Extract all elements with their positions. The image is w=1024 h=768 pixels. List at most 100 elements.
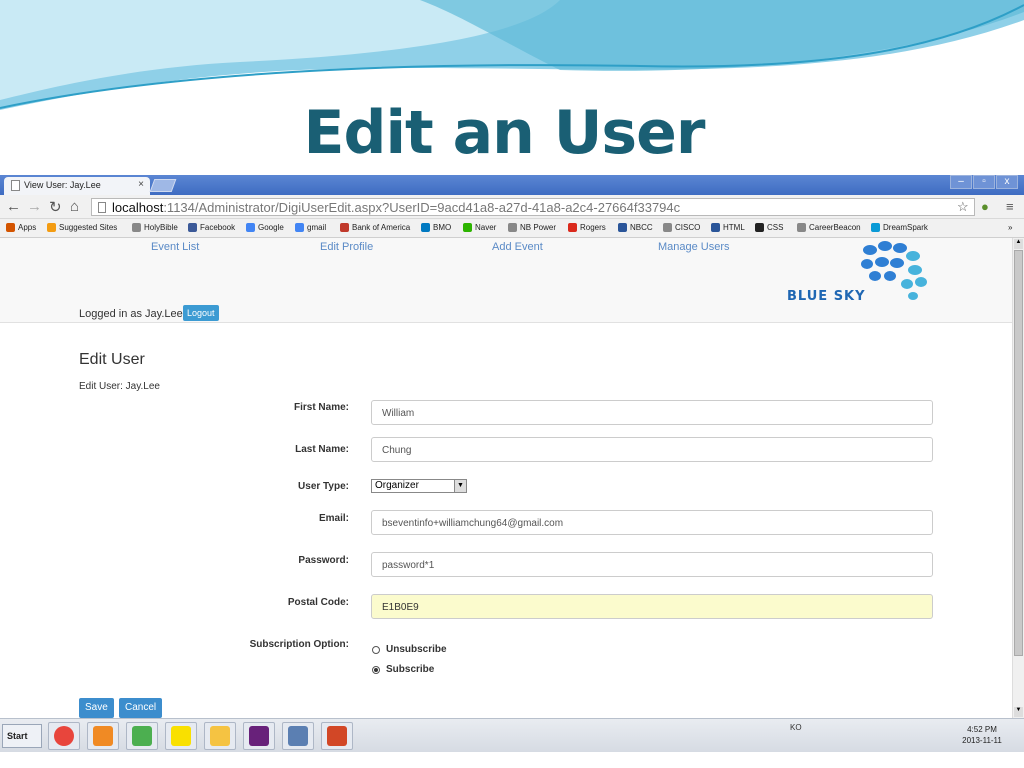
new-tab-button[interactable] bbox=[149, 179, 177, 192]
bookmark-google[interactable]: Google bbox=[246, 223, 284, 232]
first-name-field[interactable]: William bbox=[371, 400, 933, 425]
bookmark-label: NB Power bbox=[520, 223, 557, 232]
bookmark-favicon-icon bbox=[663, 223, 672, 232]
save-button[interactable]: Save bbox=[79, 698, 114, 718]
unsubscribe-radio[interactable] bbox=[372, 645, 380, 654]
nav-event-list[interactable]: Event List bbox=[151, 241, 199, 253]
bookmark-naver[interactable]: Naver bbox=[463, 223, 496, 232]
bookmark-favicon-icon bbox=[295, 223, 304, 232]
settings-icon bbox=[93, 726, 113, 746]
nav-edit-profile[interactable]: Edit Profile bbox=[320, 241, 373, 253]
dropdown-arrow-icon[interactable]: ▼ bbox=[454, 480, 466, 492]
logo-text: BLUE SKY bbox=[787, 289, 866, 304]
address-bar[interactable]: localhost:1134/Administrator/DigiUserEdi… bbox=[91, 198, 975, 216]
bookmark-label: Suggested Sites bbox=[59, 223, 118, 232]
taskbar-visual-studio-button[interactable] bbox=[243, 722, 275, 750]
start-button[interactable]: Start bbox=[2, 724, 42, 748]
chrome-icon bbox=[54, 726, 74, 746]
email-label: Email: bbox=[318, 513, 349, 524]
bookmark-favicon-icon bbox=[463, 223, 472, 232]
form-subheading: Edit User: Jay.Lee bbox=[79, 381, 160, 392]
unsubscribe-label: Unsubscribe bbox=[386, 644, 447, 655]
taskbar-kakaotalk-button[interactable] bbox=[165, 722, 197, 750]
bookmark-nb-power[interactable]: NB Power bbox=[508, 223, 556, 232]
password-label: Password: bbox=[298, 555, 349, 566]
email-field[interactable]: bseventinfo+williamchung64@gmail.com bbox=[371, 510, 933, 535]
postal-code-field[interactable]: E1B0E9 bbox=[371, 594, 933, 619]
back-arrow-icon[interactable]: ← bbox=[6, 198, 21, 215]
user-type-select[interactable]: Organizer ▼ bbox=[371, 479, 467, 493]
password-field[interactable]: password*1 bbox=[371, 552, 933, 577]
taskbar-chart-app-button[interactable] bbox=[126, 722, 158, 750]
taskbar-powerpoint-button[interactable] bbox=[321, 722, 353, 750]
bookmarks-more-icon[interactable]: » bbox=[1008, 223, 1012, 232]
kakaotalk-icon bbox=[171, 726, 191, 746]
folder-icon bbox=[210, 726, 230, 746]
cancel-button[interactable]: Cancel bbox=[119, 698, 163, 718]
bookmark-careerbeacon[interactable]: CareerBeacon bbox=[797, 223, 861, 232]
scroll-down-arrow-icon[interactable]: ▼ bbox=[1014, 707, 1023, 717]
forward-arrow-icon[interactable]: → bbox=[27, 198, 42, 215]
tab-title: View User: Jay.Lee bbox=[24, 180, 101, 190]
language-indicator[interactable]: KO bbox=[790, 723, 802, 732]
menu-icon[interactable]: ≡ bbox=[1006, 199, 1014, 214]
bookmark-label: Facebook bbox=[200, 223, 236, 232]
bookmark-favicon-icon bbox=[508, 223, 517, 232]
bookmark-label: gmail bbox=[307, 223, 327, 232]
bookmark-favicon-icon bbox=[188, 223, 197, 232]
extension-icon[interactable]: ● bbox=[981, 199, 989, 214]
logout-button[interactable]: Logout bbox=[183, 305, 219, 321]
bookmark-rogers[interactable]: Rogers bbox=[568, 223, 606, 232]
nav-manage-users[interactable]: Manage Users bbox=[658, 241, 730, 253]
page-scrollbar[interactable]: ▲ ▼ bbox=[1012, 238, 1024, 718]
restore-button[interactable]: ▫ bbox=[973, 175, 995, 189]
bookmark-favicon-icon bbox=[568, 223, 577, 232]
bookmark-bmo[interactable]: BMO bbox=[421, 223, 451, 232]
bookmark-facebook[interactable]: Facebook bbox=[188, 223, 235, 232]
bookmark-label: Bank of America bbox=[352, 223, 411, 232]
bookmark-cisco[interactable]: CISCO bbox=[663, 223, 700, 232]
browser-tab[interactable]: View User: Jay.Lee × bbox=[4, 177, 150, 195]
bookmark-html[interactable]: HTML bbox=[711, 223, 745, 232]
unsubscribe-option[interactable]: Unsubscribe bbox=[372, 644, 447, 655]
bookmark-suggested-sites[interactable]: Suggested Sites bbox=[47, 223, 117, 232]
bookmark-holybible[interactable]: HolyBible bbox=[132, 223, 178, 232]
browser-window: View User: Jay.Lee × – ▫ x ← → ↻ ⌂ local… bbox=[0, 175, 1024, 718]
last-name-field[interactable]: Chung bbox=[371, 437, 933, 462]
taskbar-tools-button[interactable] bbox=[282, 722, 314, 750]
nav-add-event[interactable]: Add Event bbox=[492, 241, 543, 253]
bookmark-css[interactable]: CSS bbox=[755, 223, 783, 232]
bookmark-favicon-icon bbox=[246, 223, 255, 232]
site-header: Event List Edit Profile Add Event Manage… bbox=[0, 238, 1012, 323]
minimize-button[interactable]: – bbox=[950, 175, 972, 189]
bookmark-label: Google bbox=[258, 223, 284, 232]
bookmark-favicon-icon bbox=[340, 223, 349, 232]
bookmark-nbcc[interactable]: NBCC bbox=[618, 223, 653, 232]
system-clock[interactable]: 4:52 PM 2013-11-11 bbox=[958, 724, 1006, 746]
close-tab-icon[interactable]: × bbox=[138, 179, 144, 190]
bookmark-gmail[interactable]: gmail bbox=[295, 223, 326, 232]
bookmark-label: NBCC bbox=[630, 223, 653, 232]
home-icon[interactable]: ⌂ bbox=[70, 198, 79, 215]
scroll-up-arrow-icon[interactable]: ▲ bbox=[1014, 239, 1023, 249]
subscribe-option[interactable]: Subscribe bbox=[372, 664, 434, 675]
bookmark-dreamspark[interactable]: DreamSpark bbox=[871, 223, 928, 232]
taskbar-settings-button[interactable] bbox=[87, 722, 119, 750]
bookmark-label: CISCO bbox=[675, 223, 701, 232]
window-controls: – ▫ x bbox=[950, 175, 1018, 191]
taskbar-folder-button[interactable] bbox=[204, 722, 236, 750]
scroll-thumb[interactable] bbox=[1014, 250, 1023, 656]
bookmark-apps[interactable]: Apps bbox=[6, 223, 36, 232]
page-icon bbox=[98, 202, 106, 213]
blue-sky-logo-icon bbox=[861, 241, 927, 300]
bookmark-star-icon[interactable]: ☆ bbox=[957, 199, 969, 215]
subscribe-radio[interactable] bbox=[372, 665, 380, 674]
taskbar-chrome-button[interactable] bbox=[48, 722, 80, 750]
bookmark-label: DreamSpark bbox=[883, 223, 928, 232]
bookmark-bank-of-america[interactable]: Bank of America bbox=[340, 223, 410, 232]
reload-icon[interactable]: ↻ bbox=[49, 198, 62, 216]
close-window-button[interactable]: x bbox=[996, 175, 1018, 189]
bookmark-label: Naver bbox=[475, 223, 497, 232]
form-heading: Edit User bbox=[79, 351, 145, 368]
bookmark-favicon-icon bbox=[711, 223, 720, 232]
